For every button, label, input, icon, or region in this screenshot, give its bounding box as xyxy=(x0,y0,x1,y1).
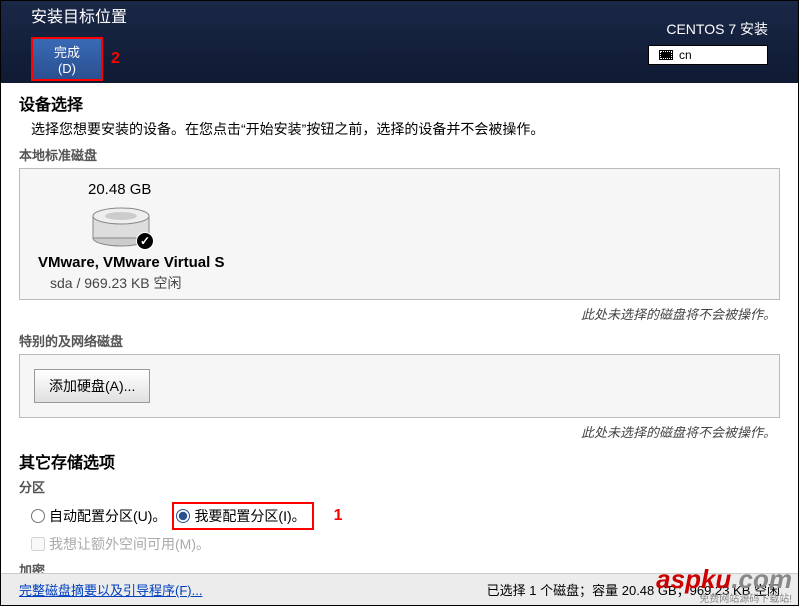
done-button[interactable]: 完成(D) xyxy=(31,37,103,81)
disk-name: VMware, VMware Virtual S xyxy=(38,254,224,271)
radio-manual-partition[interactable]: 我要配置分区(I)。 xyxy=(172,502,313,530)
keyboard-icon xyxy=(659,50,673,60)
annotation-1: 1 xyxy=(334,507,343,525)
add-disk-button[interactable]: 添加硬盘(A)... xyxy=(34,369,150,403)
disk-hint-2: 此处未选择的磁盘将不会被操作。 xyxy=(19,422,776,441)
disk-item[interactable]: 20.48 GB VMware, VMware Virtual S sda / … xyxy=(38,181,224,293)
extra-space-label: 我想让额外空间可用(M)。 xyxy=(49,534,210,554)
header-bar: 安装目标位置 完成(D) 2 CENTOS 7 安装 cn xyxy=(1,1,798,83)
device-selection-heading: 设备选择 xyxy=(19,91,780,115)
device-description: 选择您想要安装的设备。在您点击“开始安装”按钮之前，选择的设备并不会被操作。 xyxy=(31,119,780,139)
extra-space-input xyxy=(31,537,45,551)
checkmark-icon xyxy=(136,232,154,250)
disk-hint-1: 此处未选择的磁盘将不会被操作。 xyxy=(19,304,776,323)
disk-size: 20.48 GB xyxy=(88,181,224,198)
other-storage-heading: 其它存储选项 xyxy=(19,449,780,473)
lang-code: cn xyxy=(679,48,692,62)
full-disk-summary-link[interactable]: 完整磁盘摘要以及引导程序(F)... xyxy=(19,580,202,599)
special-disks-heading: 特别的及网络磁盘 xyxy=(19,331,780,350)
annotation-2: 2 xyxy=(111,50,120,68)
product-label: CENTOS 7 安装 xyxy=(666,19,768,39)
radio-auto-label: 自动配置分区(U)。 xyxy=(49,506,166,526)
disk-free-info: sda / 969.23 KB 空闲 xyxy=(50,273,224,293)
hard-disk-icon xyxy=(90,204,152,248)
radio-manual-input[interactable] xyxy=(176,509,190,523)
radio-auto-partition[interactable]: 自动配置分区(U)。 xyxy=(31,506,166,526)
radio-auto-input[interactable] xyxy=(31,509,45,523)
page-title: 安装目标位置 xyxy=(31,3,127,27)
extra-space-checkbox: 我想让额外空间可用(M)。 xyxy=(31,534,780,554)
partition-heading: 分区 xyxy=(19,477,780,496)
local-disks-heading: 本地标准磁盘 xyxy=(19,145,780,164)
special-disks-panel: 添加硬盘(A)... xyxy=(19,354,780,418)
watermark-sub: 免费网站源码下载站! xyxy=(699,590,792,605)
local-disks-panel: 20.48 GB VMware, VMware Virtual S sda / … xyxy=(19,168,780,300)
radio-manual-label: 我要配置分区(I)。 xyxy=(194,506,305,526)
keyboard-language-indicator[interactable]: cn xyxy=(648,45,768,65)
